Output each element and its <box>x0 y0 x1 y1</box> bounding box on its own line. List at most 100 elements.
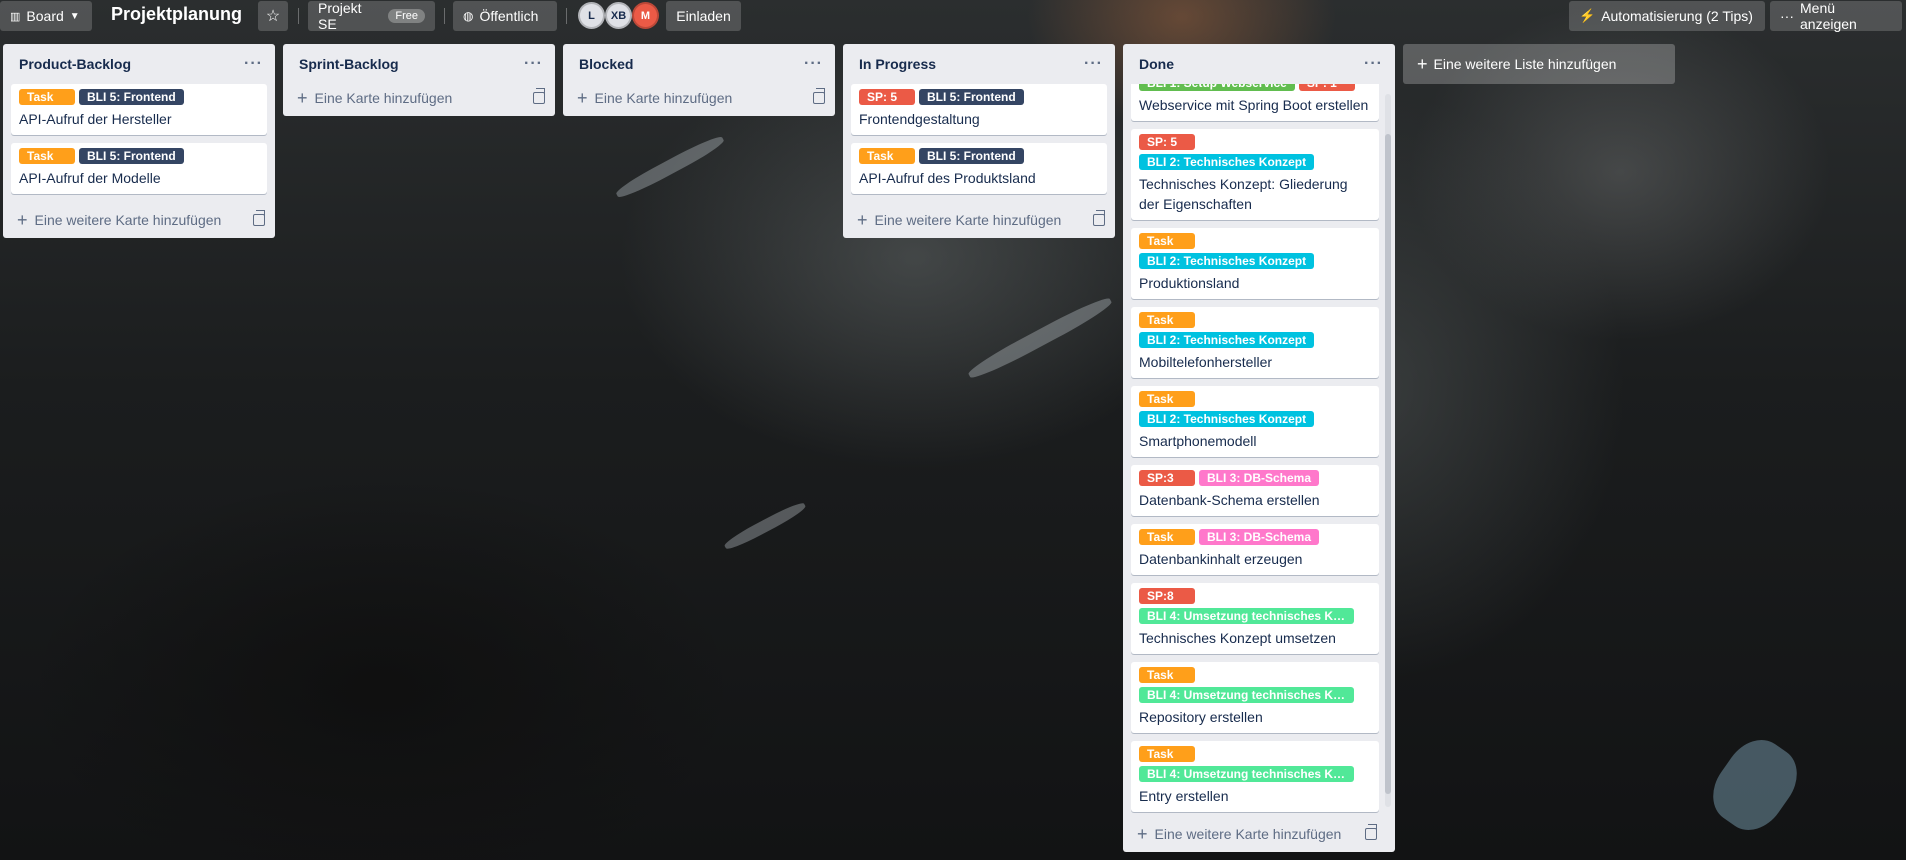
card[interactable]: Task BLI 4: Umsetzung technisches Ko... En… <box>1131 741 1379 812</box>
list-header: Done ··· <box>1123 44 1395 84</box>
card-title: Webservice mit Spring Boot erstellen <box>1139 97 1369 113</box>
card-title: Technisches Konzept umsetzen <box>1139 630 1336 646</box>
list-title[interactable]: Blocked <box>579 56 633 72</box>
card-label: Task <box>1139 529 1195 545</box>
add-card-button[interactable]: + Eine Karte hinzufügen <box>283 80 555 116</box>
divider <box>298 8 299 24</box>
card-label: Task <box>19 148 75 164</box>
plus-icon: + <box>857 210 868 230</box>
card-label: BLI 5: Frontend <box>919 89 1024 105</box>
card-title: Mobiltelefonhersteller <box>1139 354 1273 370</box>
card-template-icon[interactable] <box>1365 824 1377 840</box>
chevron-down-icon: ▼ <box>69 10 80 22</box>
list-title[interactable]: Done <box>1139 56 1174 72</box>
show-menu-button[interactable]: ··· Menü anzeigen <box>1770 0 1902 32</box>
card[interactable]: SP: 5 BLI 2: Technisches Konzept Technisch… <box>1131 129 1379 220</box>
card[interactable]: Task BLI 3: DB-Schema Datenbankinhalt erze… <box>1131 524 1379 575</box>
card-template-icon[interactable] <box>1093 210 1105 226</box>
add-card-label: Eine weitere Karte hinzufügen <box>874 212 1062 228</box>
board-icon: ▥ <box>10 10 21 23</box>
member-avatar[interactable]: XB <box>605 2 632 29</box>
card-label: BLI 4: Umsetzung technisches Ko... <box>1139 608 1354 624</box>
workspace-badge: Free <box>388 9 425 23</box>
card-template-icon[interactable] <box>253 210 265 226</box>
list-menu-icon[interactable]: ··· <box>804 55 823 73</box>
divider <box>444 8 445 24</box>
board-header: ▥ Board ▼ Projektplanung ☆ Projekt SE Fr… <box>0 0 1906 32</box>
card-title: Smartphonemodell <box>1139 433 1257 449</box>
plus-icon: + <box>1417 54 1428 74</box>
card[interactable]: SP:3 BLI 3: DB-Schema Datenbank-Schema ers… <box>1131 465 1379 516</box>
board-switcher-button[interactable]: ▥ Board ▼ <box>0 1 92 31</box>
done-card-container[interactable]: BLI 1: Setup WebserviceSP: 1 Webservice m… <box>1123 84 1395 817</box>
list-menu-icon[interactable]: ··· <box>524 55 543 73</box>
card-title: Datenbankinhalt erzeugen <box>1139 551 1303 567</box>
card-label: BLI 5: Frontend <box>79 148 184 164</box>
add-card-label: Eine weitere Karte hinzufügen <box>34 212 222 228</box>
card-label: Task <box>859 148 915 164</box>
workspace-button[interactable]: Projekt SE Free <box>308 0 435 32</box>
card-label: Task <box>1139 391 1195 407</box>
invite-label: Einladen <box>676 8 731 24</box>
list-menu-icon[interactable]: ··· <box>244 55 263 73</box>
card-label: BLI 5: Frontend <box>79 89 184 105</box>
card[interactable]: SP: 5 BLI 5: Frontend Frontendgestaltung <box>851 84 1107 135</box>
plus-icon: + <box>297 88 308 108</box>
card-label: Task <box>1139 233 1195 249</box>
plus-icon: + <box>577 88 588 108</box>
visibility-button[interactable]: ◍ Öffentlich <box>453 1 557 31</box>
card-label: Task <box>1139 312 1195 328</box>
card-label: SP: 5 <box>859 89 915 105</box>
list-scrollbar[interactable] <box>1385 94 1391 807</box>
more-icon: ··· <box>1780 8 1794 24</box>
card-label: BLI 2: Technisches Konzept <box>1139 332 1315 348</box>
card[interactable]: BLI 1: Setup WebserviceSP: 1 Webservice m… <box>1131 84 1379 121</box>
card-title: Repository erstellen <box>1139 709 1263 725</box>
card-label: BLI 5: Frontend <box>919 148 1024 164</box>
card-title: API-Aufruf der Modelle <box>19 170 161 186</box>
add-card-button[interactable]: + Eine weitere Karte hinzufügen <box>1123 816 1387 852</box>
automation-button[interactable]: ⚡ Automatisierung (2 Tips) <box>1569 1 1765 31</box>
workspace-label: Projekt SE <box>318 0 362 32</box>
automation-label: Automatisierung (2 Tips) <box>1601 8 1753 24</box>
board-title[interactable]: Projektplanung <box>111 4 242 25</box>
card-label: BLI 4: Umsetzung technisches Ko... <box>1139 687 1354 703</box>
add-card-label: Eine Karte hinzufügen <box>314 90 453 106</box>
plus-icon: + <box>1137 824 1148 844</box>
star-icon: ☆ <box>265 8 281 25</box>
card-title: Datenbank-Schema erstellen <box>1139 492 1320 508</box>
card-label: BLI 2: Technisches Konzept <box>1139 154 1315 170</box>
list-title[interactable]: In Progress <box>859 56 936 72</box>
card-template-icon[interactable] <box>813 88 825 104</box>
card[interactable]: Task BLI 5: Frontend API-Aufruf der Hers… <box>11 84 267 135</box>
list-title[interactable]: Product-Backlog <box>19 56 131 72</box>
card[interactable]: Task BLI 2: Technisches Konzept Produktion… <box>1131 228 1379 299</box>
list-menu-icon[interactable]: ··· <box>1364 55 1383 73</box>
list-header: Sprint-Backlog ··· <box>283 44 555 84</box>
add-card-button[interactable]: + Eine weitere Karte hinzufügen <box>3 202 275 238</box>
card[interactable]: Task BLI 5: Frontend API-Aufruf der Mode… <box>11 143 267 194</box>
list-title[interactable]: Sprint-Backlog <box>299 56 399 72</box>
card-label: BLI 4: Umsetzung technisches Ko... <box>1139 766 1354 782</box>
background-snow <box>965 293 1115 383</box>
card[interactable]: Task BLI 5: Frontend API-Aufruf des Prod… <box>851 143 1107 194</box>
card-label: BLI 2: Technisches Konzept <box>1139 253 1315 269</box>
list-menu-icon[interactable]: ··· <box>1084 55 1103 73</box>
divider <box>566 8 567 24</box>
add-card-button[interactable]: + Eine Karte hinzufügen <box>563 80 835 116</box>
invite-button[interactable]: Einladen <box>666 1 741 31</box>
background-snow <box>613 132 727 202</box>
member-avatar[interactable]: M <box>632 2 659 29</box>
card[interactable]: Task BLI 4: Umsetzung technisches Ko... Re… <box>1131 662 1379 733</box>
add-card-button[interactable]: + Eine weitere Karte hinzufügen <box>843 202 1115 238</box>
member-avatar[interactable]: L <box>578 2 605 29</box>
add-list-button[interactable]: + Eine weitere Liste hinzufügen <box>1403 44 1675 84</box>
card[interactable]: Task BLI 2: Technisches Konzept Mobiltelef… <box>1131 307 1379 378</box>
card[interactable]: Task BLI 2: Technisches Konzept Smartphone… <box>1131 386 1379 457</box>
scrollbar-thumb[interactable] <box>1385 134 1391 794</box>
plus-icon: + <box>17 210 28 230</box>
card-template-icon[interactable] <box>533 88 545 104</box>
star-button[interactable]: ☆ <box>258 1 288 31</box>
card-label: Task <box>1139 746 1195 762</box>
card[interactable]: SP:8 BLI 4: Umsetzung technisches Ko... Te… <box>1131 583 1379 654</box>
